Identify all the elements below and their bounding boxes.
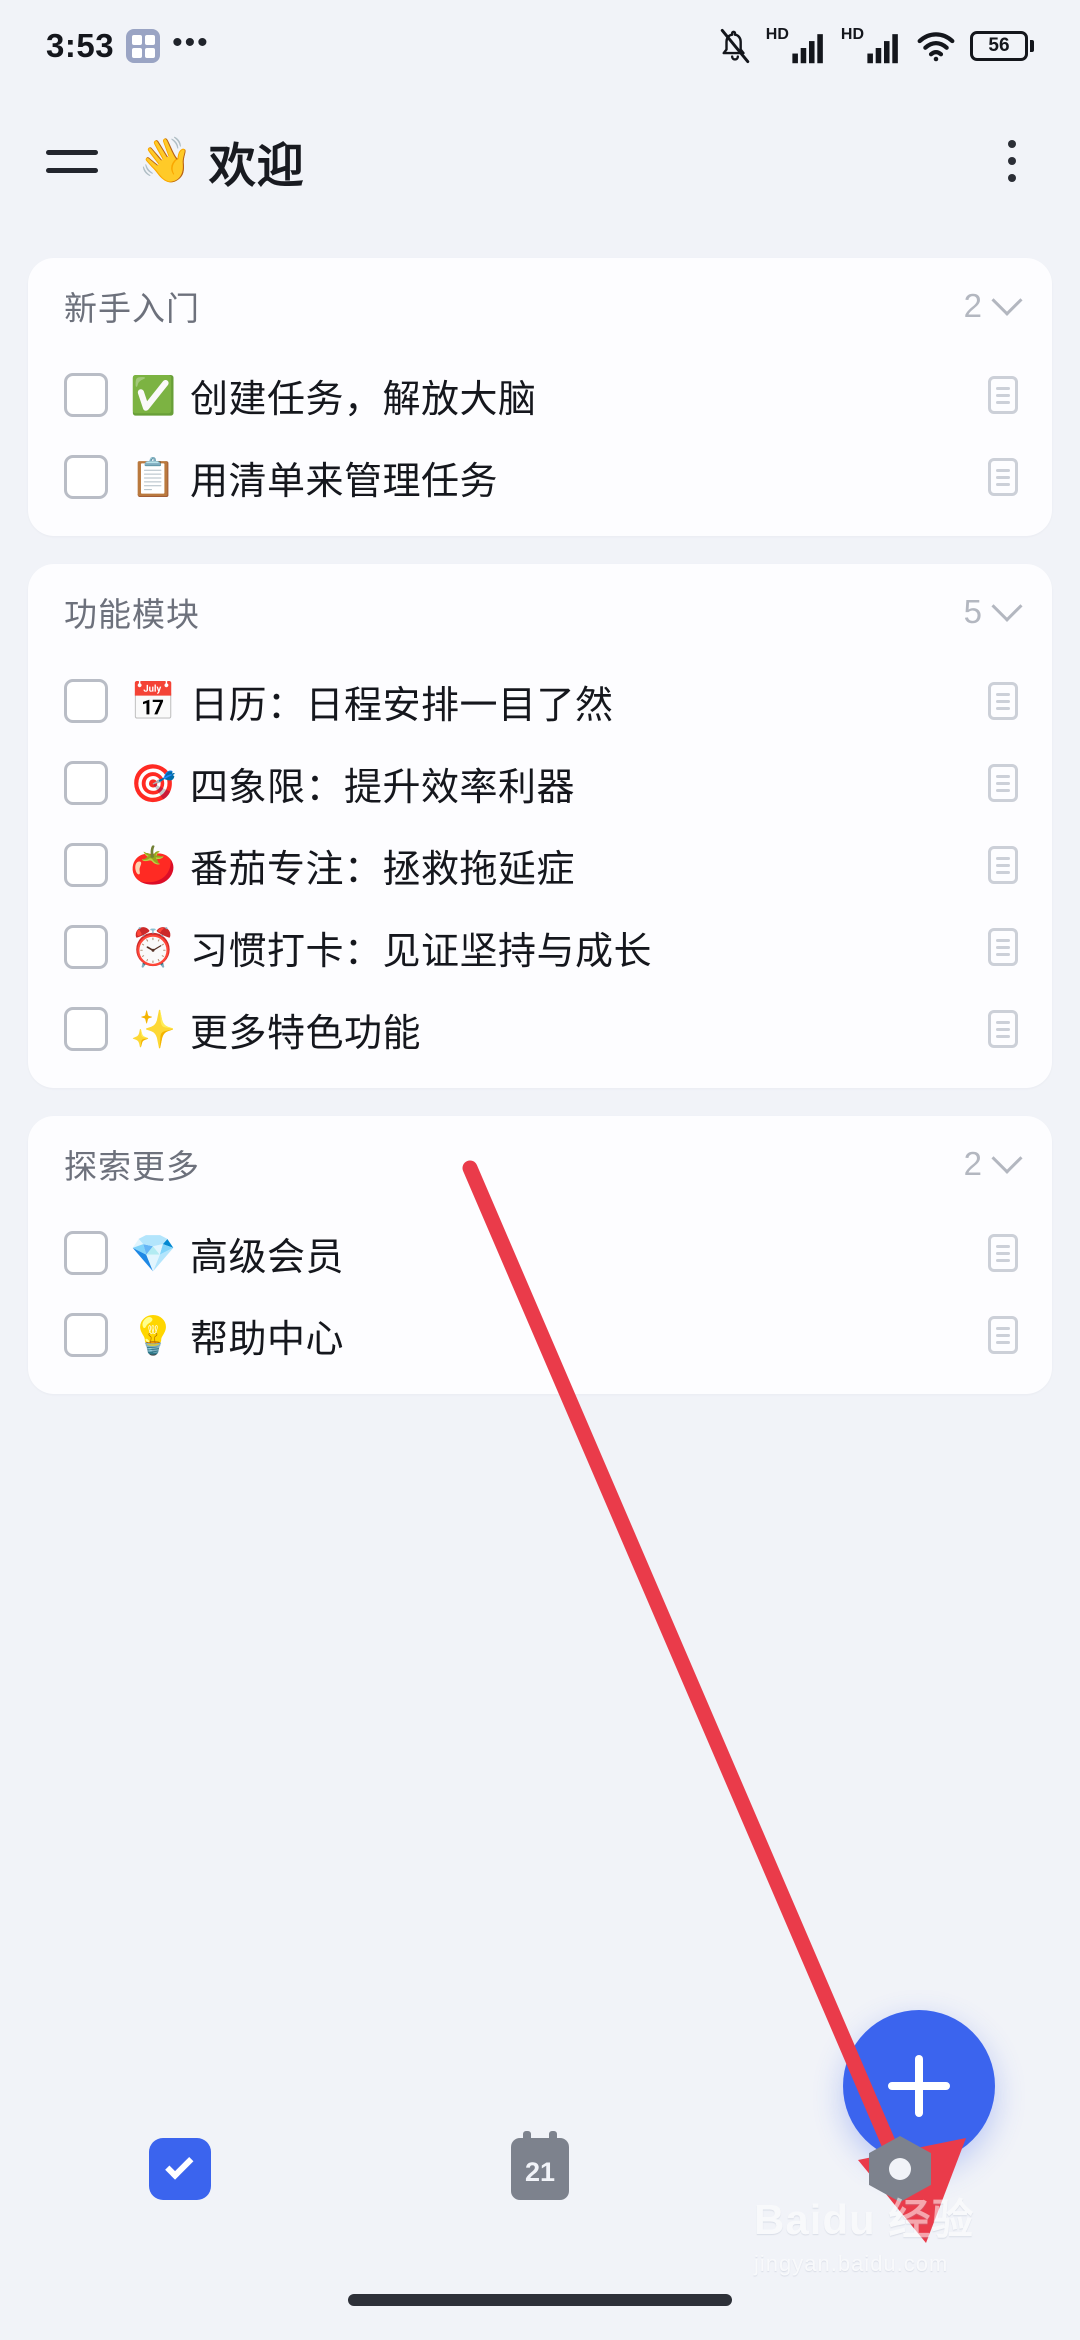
task-emoji-icon: ✨ (130, 1008, 177, 1050)
task-label: 番茄专注：拯救拖延症 (190, 848, 576, 891)
task-label: 帮助中心 (190, 1318, 345, 1361)
phone-screen: 3:53 ••• HD HD 56 👋 欢迎 新手入门 2 ✅ 创建任务，解放大… (0, 0, 1080, 2340)
note-icon[interactable] (988, 846, 1018, 884)
battery-icon: 56 (970, 31, 1034, 61)
task-row[interactable]: 💎 高级会员 (28, 1212, 1052, 1294)
task-checkbox[interactable] (64, 925, 108, 969)
task-label: 高级会员 (190, 1236, 345, 1279)
waving-hand-icon: 👋 (138, 136, 193, 185)
app-bar: 👋 欢迎 (0, 92, 1080, 230)
nav-tab-focus[interactable] (720, 2094, 1080, 2244)
task-checkbox[interactable] (64, 679, 108, 723)
section-count: 5 (963, 593, 982, 630)
note-icon[interactable] (988, 764, 1018, 802)
chevron-down-icon[interactable] (991, 590, 1023, 622)
task-checkbox[interactable] (64, 843, 108, 887)
task-label: 四象限：提升效率利器 (190, 766, 576, 809)
task-row[interactable]: 🎯 四象限：提升效率利器 (28, 742, 1052, 824)
task-row[interactable]: 📋 用清单来管理任务 (28, 436, 1052, 518)
section-title: 功能模块 (64, 596, 200, 633)
chevron-down-icon[interactable] (991, 1142, 1023, 1174)
status-bar: 3:53 ••• HD HD 56 (0, 0, 1080, 92)
section-header[interactable]: 新手入门 2 (28, 258, 1052, 354)
nav-tab-calendar[interactable]: 21 (360, 2094, 720, 2244)
task-label: 更多特色功能 (190, 1012, 422, 1055)
signal-bars-sim2: HD (841, 27, 902, 65)
task-checkbox[interactable] (64, 1313, 108, 1357)
section-count: 2 (963, 1145, 982, 1182)
calendar-icon: 21 (511, 2131, 569, 2200)
task-emoji-icon: 💡 (130, 1314, 177, 1356)
note-icon[interactable] (988, 682, 1018, 720)
task-emoji-icon: ⏰ (130, 926, 177, 968)
chevron-down-icon[interactable] (991, 284, 1023, 316)
checkbox-tasks-icon (149, 2138, 211, 2200)
task-checkbox[interactable] (64, 1231, 108, 1275)
page-title: 👋 欢迎 (138, 127, 305, 196)
task-checkbox[interactable] (64, 1007, 108, 1051)
calendar-day-label: 21 (524, 2156, 556, 2187)
section-header[interactable]: 功能模块 5 (28, 564, 1052, 660)
task-row[interactable]: 📅 日历：日程安排一目了然 (28, 660, 1052, 742)
section-card: 新手入门 2 ✅ 创建任务，解放大脑 📋 用清单来管理任务 (28, 258, 1052, 536)
task-emoji-icon: 🎯 (130, 762, 177, 804)
home-gesture-bar[interactable] (348, 2294, 732, 2306)
status-bar-right: HD HD 56 (718, 27, 1034, 65)
task-emoji-icon: ✅ (130, 374, 177, 416)
task-row[interactable]: ✨ 更多特色功能 (28, 988, 1052, 1070)
note-icon[interactable] (988, 458, 1018, 496)
section-card: 功能模块 5 📅 日历：日程安排一目了然 🎯 四象限：提升效率利器 🍅 番茄专注… (28, 564, 1052, 1088)
page-title-text: 欢迎 (208, 138, 305, 192)
task-label: 用清单来管理任务 (190, 460, 499, 503)
hd-label-sim2: HD (840, 26, 864, 43)
note-icon[interactable] (988, 928, 1018, 966)
task-label: 习惯打卡：见证坚持与成长 (190, 930, 653, 973)
task-row[interactable]: 🍅 番茄专注：拯救拖延症 (28, 824, 1052, 906)
task-label: 创建任务，解放大脑 (190, 378, 537, 421)
wifi-icon (917, 32, 955, 62)
signal-bars-sim1: HD (766, 27, 827, 65)
note-icon[interactable] (988, 376, 1018, 414)
status-clock: 3:53 (46, 27, 115, 64)
battery-percent-label: 56 (988, 35, 1010, 56)
note-icon[interactable] (988, 1234, 1018, 1272)
section-count: 2 (963, 287, 982, 324)
task-checkbox[interactable] (64, 761, 108, 805)
task-emoji-icon: 📅 (130, 680, 177, 722)
task-row[interactable]: ⏰ 习惯打卡：见证坚持与成长 (28, 906, 1052, 988)
hd-label-sim1: HD (765, 26, 789, 43)
task-row[interactable]: ✅ 创建任务，解放大脑 (28, 354, 1052, 436)
task-checkbox[interactable] (64, 455, 108, 499)
nav-tab-tasks[interactable] (0, 2094, 360, 2244)
task-checkbox[interactable] (64, 373, 108, 417)
note-icon[interactable] (988, 1316, 1018, 1354)
section-card: 探索更多 2 💎 高级会员 💡 帮助中心 (28, 1116, 1052, 1394)
app-grid-icon (126, 29, 161, 63)
note-icon[interactable] (988, 1010, 1018, 1048)
watermark-sub-text: jingyan.baidu.com (754, 2251, 949, 2276)
bottom-navigation-bar: 21 (0, 2094, 1080, 2244)
task-emoji-icon: 🍅 (130, 844, 177, 886)
task-emoji-icon: 💎 (130, 1232, 177, 1274)
section-title: 探索更多 (64, 1148, 200, 1185)
section-title: 新手入门 (64, 290, 200, 327)
status-bar-left: 3:53 ••• (46, 27, 210, 65)
task-emoji-icon: 📋 (130, 456, 177, 498)
status-more-dots-icon: ••• (172, 26, 210, 59)
more-vertical-icon[interactable] (984, 130, 1040, 192)
section-header[interactable]: 探索更多 2 (28, 1116, 1052, 1212)
task-list: 新手入门 2 ✅ 创建任务，解放大脑 📋 用清单来管理任务 功能模块 5 📅 日… (0, 258, 1080, 1422)
hamburger-menu-icon[interactable] (40, 130, 102, 192)
task-label: 日历：日程安排一目了然 (190, 684, 614, 727)
hexagon-focus-icon (869, 2136, 931, 2202)
task-row[interactable]: 💡 帮助中心 (28, 1294, 1052, 1376)
bell-muted-icon (720, 28, 750, 64)
